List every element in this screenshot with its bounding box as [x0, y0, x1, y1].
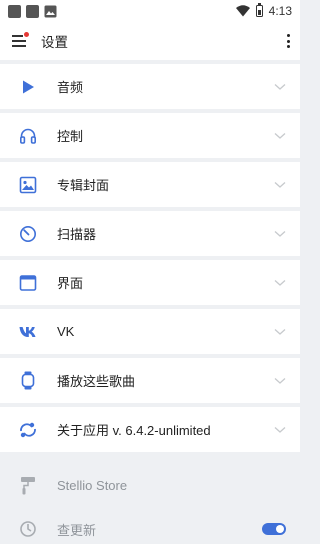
- settings-item-label: 扫描器: [57, 227, 97, 242]
- app-logo-icon: [18, 420, 38, 440]
- notification-app-icon: [8, 4, 21, 18]
- page-title: 设置: [41, 35, 68, 50]
- app-bar: 设置: [0, 22, 300, 60]
- settings-item-controls[interactable]: 控制: [0, 113, 300, 158]
- settings-item-label: 音频: [57, 80, 84, 95]
- vk-logo-icon: [18, 322, 38, 342]
- menu-icon[interactable]: [12, 32, 29, 47]
- chevron-down-icon: [274, 83, 286, 90]
- chevron-down-icon: [274, 181, 286, 188]
- settings-item-interface[interactable]: 界面: [0, 260, 300, 305]
- settings-item-label: 界面: [57, 276, 84, 291]
- settings-item-label: 关于应用 v. 6.4.2-unlimited: [57, 423, 211, 438]
- check-update-label: 查更新: [57, 522, 97, 538]
- update-toggle[interactable]: [262, 523, 286, 535]
- settings-item-label: VK: [57, 324, 75, 339]
- stellio-store-item[interactable]: Stellio Store: [0, 470, 300, 500]
- gallery-notification-icon: [44, 5, 57, 17]
- settings-item-vk[interactable]: VK: [0, 309, 300, 354]
- play-icon: [18, 77, 38, 97]
- notification-app-icon: [26, 4, 39, 18]
- settings-item-album-art[interactable]: 专辑封面: [0, 162, 300, 207]
- settings-item-audio[interactable]: 音频: [0, 64, 300, 109]
- chevron-down-icon: [274, 230, 286, 237]
- settings-item-label: 控制: [57, 129, 84, 144]
- paint-roller-icon: [18, 475, 38, 495]
- settings-item-about[interactable]: 关于应用 v. 6.4.2-unlimited: [0, 407, 300, 452]
- update-icon: [18, 519, 38, 539]
- chevron-down-icon: [274, 132, 286, 139]
- notification-dot: [24, 32, 29, 37]
- status-bar: 4:13: [0, 0, 300, 22]
- settings-item-play-songs[interactable]: 播放这些歌曲: [0, 358, 300, 403]
- headphones-icon: [18, 126, 38, 146]
- settings-item-label: 播放这些歌曲: [57, 374, 136, 389]
- window-icon: [18, 273, 38, 293]
- settings-item-label: 专辑封面: [57, 178, 110, 193]
- settings-item-scanner[interactable]: 扫描器: [0, 211, 300, 256]
- store-section: Stellio Store 查更新: [0, 456, 300, 538]
- chevron-down-icon: [274, 328, 286, 335]
- check-update-item[interactable]: 查更新: [0, 514, 300, 544]
- image-icon: [18, 175, 38, 195]
- scanner-gauge-icon: [18, 224, 38, 244]
- stellio-store-label: Stellio Store: [57, 477, 128, 493]
- watch-icon: [18, 371, 38, 391]
- chevron-down-icon: [274, 426, 286, 433]
- wifi-icon: [235, 5, 250, 17]
- battery-icon: [255, 3, 263, 17]
- more-options-icon[interactable]: [286, 34, 290, 48]
- chevron-down-icon: [274, 279, 286, 286]
- status-time: 4:13: [268, 4, 292, 18]
- chevron-down-icon: [274, 377, 286, 384]
- settings-list: 音频 控制 专辑封面 扫描器 界面 VK 播放这些歌曲 关于应用 v. 6.4.…: [0, 64, 300, 456]
